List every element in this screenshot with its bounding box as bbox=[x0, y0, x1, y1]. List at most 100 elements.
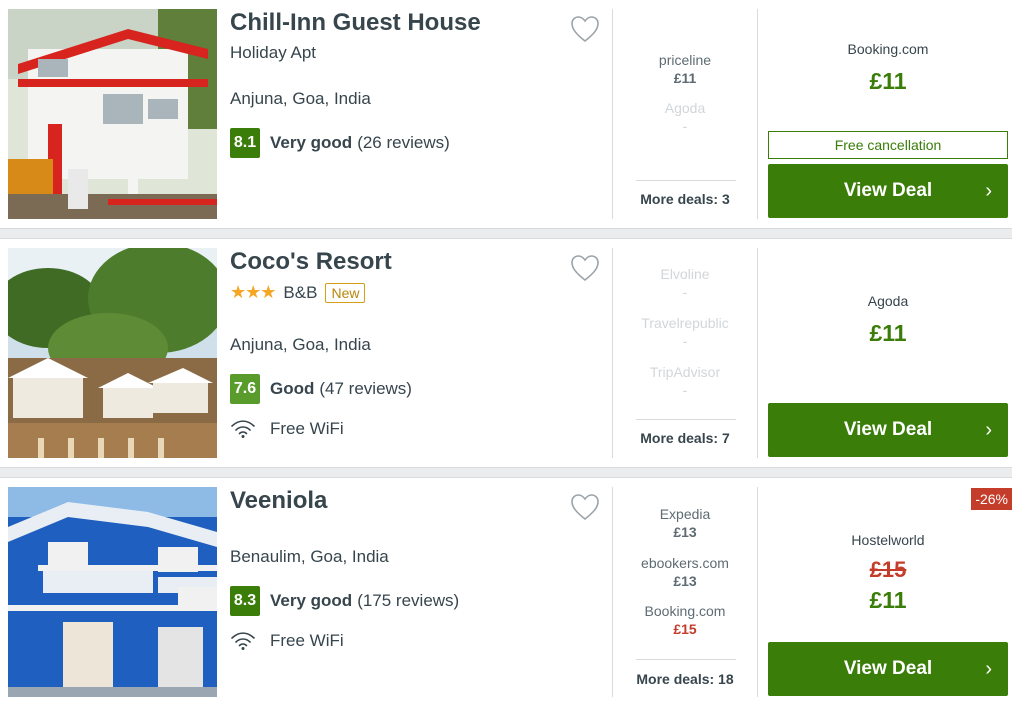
deal-item[interactable]: Travelrepublic - bbox=[614, 314, 756, 350]
best-deal-provider: Hostelworld bbox=[851, 532, 925, 548]
deal-provider: Booking.com bbox=[644, 603, 726, 619]
hotel-photo[interactable] bbox=[8, 248, 217, 458]
new-badge: New bbox=[325, 282, 366, 303]
deal-item[interactable]: priceline £11 bbox=[614, 51, 756, 87]
best-deal-price: £11 bbox=[869, 68, 907, 94]
deal-price: - bbox=[682, 118, 688, 134]
hotel-type-row: Holiday Apt bbox=[230, 43, 316, 63]
more-deals-divider bbox=[636, 659, 736, 660]
deal-provider: Travelrepublic bbox=[641, 315, 729, 331]
rating-label: Good bbox=[270, 379, 315, 398]
wifi-icon bbox=[231, 420, 255, 438]
hotel-type: Holiday Apt bbox=[230, 43, 316, 62]
column-divider bbox=[612, 248, 613, 458]
results-list: Chill-Inn Guest House Holiday Apt Anjuna… bbox=[0, 0, 1012, 706]
view-deal-label: View Deal bbox=[843, 658, 933, 679]
discount-badge: -26% bbox=[971, 488, 1012, 510]
view-deal-button[interactable]: View Deal › bbox=[768, 164, 1008, 218]
deal-price: £13 bbox=[673, 524, 697, 540]
other-deals: priceline £11 Agoda - More deals: 3 bbox=[614, 0, 756, 228]
deal-provider: ebookers.com bbox=[641, 555, 729, 571]
view-deal-button[interactable]: View Deal › bbox=[768, 642, 1008, 696]
deal-price: - bbox=[682, 382, 688, 398]
rating-row[interactable]: 8.3 Very good (175 reviews) bbox=[230, 586, 459, 616]
hotel-name[interactable]: Coco's Resort bbox=[230, 248, 392, 276]
hotel-name[interactable]: Chill-Inn Guest House bbox=[230, 9, 481, 37]
other-deals: Elvoline - Travelrepublic - TripAdvisor … bbox=[614, 239, 756, 467]
review-count: (175 reviews) bbox=[357, 591, 460, 610]
deal-item[interactable]: Booking.com £15 bbox=[614, 602, 756, 638]
deal-provider: TripAdvisor bbox=[649, 364, 721, 380]
deal-provider: Expedia bbox=[659, 506, 711, 522]
more-deals-divider bbox=[636, 419, 736, 420]
best-deal-price: £11 bbox=[869, 587, 907, 613]
hotel-card[interactable]: Coco's Resort ★★★ B&B New Anjuna, Goa, I… bbox=[0, 239, 1012, 467]
rating-row[interactable]: 8.1 Very good (26 reviews) bbox=[230, 128, 450, 158]
view-deal-label: View Deal bbox=[843, 419, 933, 440]
chevron-right-icon: › bbox=[985, 180, 992, 202]
deal-price: - bbox=[682, 333, 688, 349]
deal-item[interactable]: TripAdvisor - bbox=[614, 363, 756, 399]
amenity-wifi: Free WiFi bbox=[230, 419, 344, 439]
hotel-photo[interactable] bbox=[8, 9, 217, 219]
wifi-icon bbox=[231, 632, 255, 650]
deal-price: £13 bbox=[673, 573, 697, 589]
deal-provider: Elvoline bbox=[660, 266, 710, 282]
hotel-location[interactable]: Anjuna, Goa, India bbox=[230, 335, 371, 355]
more-deals-link[interactable]: More deals: 3 bbox=[614, 191, 756, 207]
free-cancellation-badge: Free cancellation bbox=[768, 131, 1008, 159]
heart-outline-icon[interactable] bbox=[570, 493, 600, 521]
deal-item[interactable]: Expedia £13 bbox=[614, 505, 756, 541]
hotel-name[interactable]: Veeniola bbox=[230, 487, 327, 515]
deal-price: £11 bbox=[673, 70, 697, 86]
hotel-card[interactable]: Chill-Inn Guest House Holiday Apt Anjuna… bbox=[0, 0, 1012, 228]
hotel-card[interactable]: Veeniola Benaulim, Goa, India 8.3 Very g… bbox=[0, 478, 1012, 706]
rating-score-badge: 7.6 bbox=[230, 374, 260, 404]
deal-item[interactable]: ebookers.com £13 bbox=[614, 554, 756, 590]
more-deals-link[interactable]: More deals: 7 bbox=[614, 430, 756, 446]
hotel-type: B&B bbox=[283, 282, 318, 302]
hotel-type-row: ★★★ B&B New bbox=[230, 282, 366, 303]
hotel-location[interactable]: Anjuna, Goa, India bbox=[230, 89, 371, 109]
chevron-right-icon: › bbox=[985, 658, 992, 680]
best-deal: Agoda £11 View Deal › bbox=[758, 239, 1012, 467]
more-deals-link[interactable]: More deals: 18 bbox=[614, 671, 756, 687]
rating-score-badge: 8.1 bbox=[230, 128, 260, 158]
rating-label: Very good bbox=[270, 591, 353, 610]
hotel-info: Coco's Resort ★★★ B&B New Anjuna, Goa, I… bbox=[230, 239, 610, 467]
column-divider bbox=[612, 9, 613, 219]
review-count: (47 reviews) bbox=[319, 379, 412, 398]
other-deals: Expedia £13 ebookers.com £13 Booking.com… bbox=[614, 478, 756, 706]
deal-provider: priceline bbox=[658, 52, 712, 68]
best-deal-provider: Booking.com bbox=[847, 41, 929, 57]
chevron-right-icon: › bbox=[985, 419, 992, 441]
hotel-info: Chill-Inn Guest House Holiday Apt Anjuna… bbox=[230, 0, 610, 228]
rating-label: Very good bbox=[270, 133, 353, 152]
view-deal-button[interactable]: View Deal › bbox=[768, 403, 1008, 457]
more-deals-divider bbox=[636, 180, 736, 181]
card-separator bbox=[0, 467, 1012, 478]
best-deal-provider: Agoda bbox=[867, 293, 909, 309]
best-deal-old-price: £15 bbox=[869, 557, 907, 582]
best-deal-price: £11 bbox=[869, 320, 907, 346]
deal-item[interactable]: Elvoline - bbox=[614, 265, 756, 301]
amenity-wifi: Free WiFi bbox=[230, 631, 344, 651]
deal-item[interactable]: Agoda - bbox=[614, 99, 756, 135]
hotel-location[interactable]: Benaulim, Goa, India bbox=[230, 547, 389, 567]
best-deal: -26% Hostelworld £15 £11 View Deal › bbox=[758, 478, 1012, 706]
hotel-info: Veeniola Benaulim, Goa, India 8.3 Very g… bbox=[230, 478, 610, 706]
deal-price: - bbox=[682, 284, 688, 300]
rating-score-badge: 8.3 bbox=[230, 586, 260, 616]
heart-outline-icon[interactable] bbox=[570, 254, 600, 282]
column-divider bbox=[612, 487, 613, 697]
deal-provider: Agoda bbox=[664, 100, 706, 116]
heart-outline-icon[interactable] bbox=[570, 15, 600, 43]
deal-price: £15 bbox=[673, 621, 697, 637]
best-deal: Booking.com £11 Free cancellation View D… bbox=[758, 0, 1012, 228]
card-separator bbox=[0, 228, 1012, 239]
rating-row[interactable]: 7.6 Good (47 reviews) bbox=[230, 374, 412, 404]
review-count: (26 reviews) bbox=[357, 133, 450, 152]
star-rating-icon: ★★★ bbox=[230, 282, 276, 302]
hotel-photo[interactable] bbox=[8, 487, 217, 697]
amenity-label: Free WiFi bbox=[270, 419, 344, 438]
